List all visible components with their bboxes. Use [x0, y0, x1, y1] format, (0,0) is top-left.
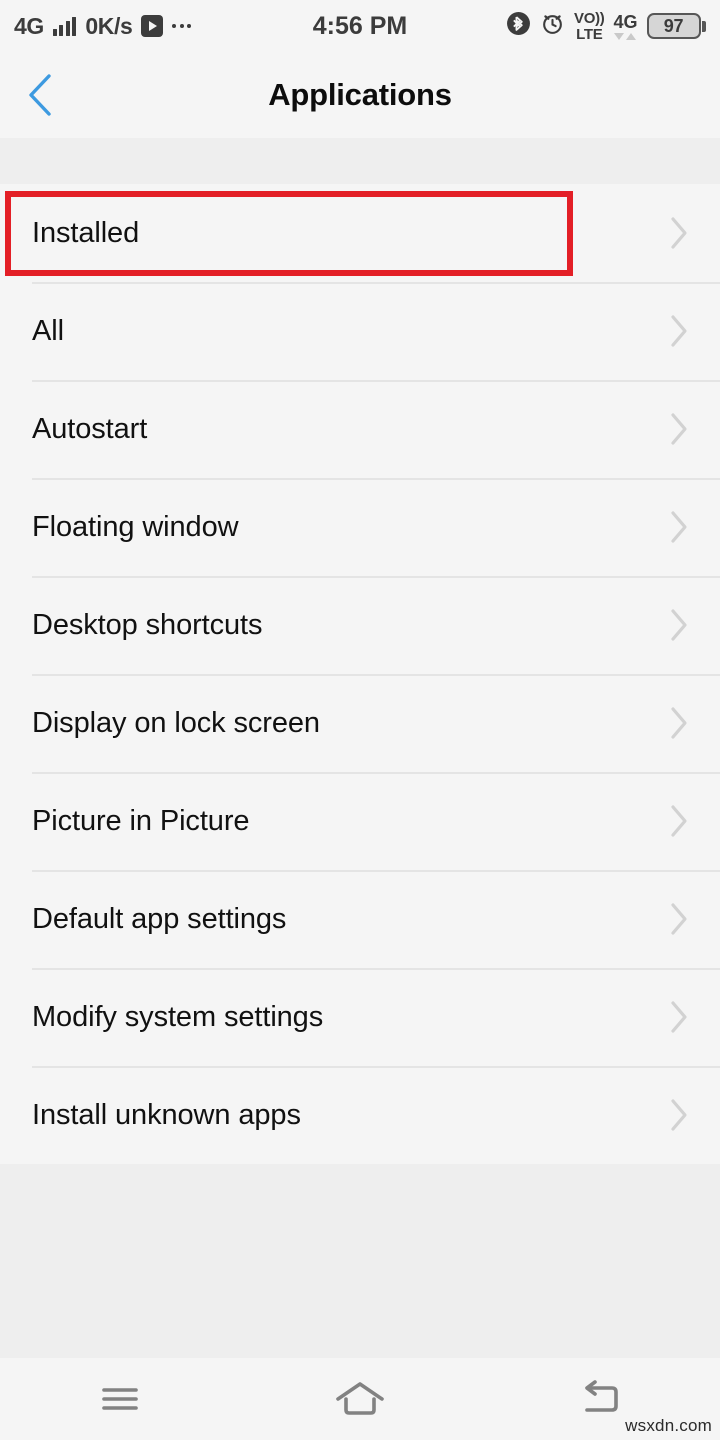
volte-icon: VO)) LTE [574, 9, 605, 43]
list-item-label: Default app settings [32, 902, 287, 935]
list-item-install-unknown-apps[interactable]: Install unknown apps [0, 1066, 720, 1164]
chevron-right-icon [671, 903, 687, 935]
menu-icon [102, 1388, 138, 1410]
list-item-label: Modify system settings [32, 1000, 324, 1033]
list-item-desktop-shortcuts[interactable]: Desktop shortcuts [0, 576, 720, 674]
settings-list: Installed All Autostart Floating window [0, 184, 720, 1164]
list-item-label: Autostart [32, 412, 148, 445]
list-item-installed[interactable]: Installed [0, 184, 720, 282]
list-item-modify-system-settings[interactable]: Modify system settings [0, 968, 720, 1066]
battery-icon: 97 [646, 13, 706, 39]
list-bottom-spacer [0, 1164, 720, 1358]
list-item-floating-window[interactable]: Floating window [0, 478, 720, 576]
list-item-all[interactable]: All [0, 282, 720, 380]
chevron-right-icon [671, 315, 687, 347]
chevron-right-icon [671, 805, 687, 837]
list-item-label: Floating window [32, 510, 239, 543]
back-arrow-icon [585, 1380, 618, 1412]
battery-level-label: 97 [663, 15, 684, 36]
recents-menu-button[interactable] [0, 1358, 240, 1440]
data-traffic-arrows-icon [614, 32, 637, 40]
chevron-right-icon [671, 511, 687, 543]
status-bar: 4G 0K/s 4:56 PM VO)) LTE 4G 97 [0, 0, 720, 52]
network-type-label: 4G [14, 12, 44, 39]
alarm-clock-icon [540, 11, 565, 41]
volte-line-1: VO)) [574, 9, 605, 27]
list-top-spacer [0, 138, 720, 184]
list-item-label: Install unknown apps [32, 1098, 301, 1131]
signal-bars-icon [52, 16, 77, 36]
data-rate-label: 0K/s [85, 12, 133, 39]
chevron-right-icon [671, 609, 687, 641]
more-notifications-icon [172, 24, 192, 28]
site-watermark: wsxdn.com [625, 1416, 712, 1435]
list-item-label: Desktop shortcuts [32, 608, 263, 641]
list-item-label: Display on lock screen [32, 706, 320, 739]
app-bar: Applications [0, 52, 720, 138]
status-bar-left: 4G 0K/s [14, 12, 192, 40]
list-item-picture-in-picture[interactable]: Picture in Picture [0, 772, 720, 870]
list-item-label: All [32, 314, 64, 347]
chevron-right-icon [671, 707, 687, 739]
mobile-data-icon: 4G [613, 11, 638, 40]
list-item-autostart[interactable]: Autostart [0, 380, 720, 478]
list-item-display-on-lock-screen[interactable]: Display on lock screen [0, 674, 720, 772]
bluetooth-icon [506, 11, 531, 41]
list-item-label: Installed [32, 216, 140, 249]
system-navigation-bar: wsxdn.com [0, 1358, 720, 1440]
chevron-right-icon [671, 1099, 687, 1131]
page-title: Applications [268, 77, 452, 112]
navigate-back-button[interactable] [0, 52, 80, 138]
home-icon [336, 1382, 384, 1415]
chevron-right-icon [671, 1001, 687, 1033]
list-item-label: Picture in Picture [32, 804, 250, 837]
list-item-default-app-settings[interactable]: Default app settings [0, 870, 720, 968]
data-network-label: 4G [613, 11, 638, 32]
volte-line-2: LTE [576, 25, 603, 43]
home-button[interactable] [240, 1358, 480, 1440]
chevron-right-icon [671, 217, 687, 249]
clock-label: 4:56 PM [312, 11, 408, 40]
phone-screen: 4G 0K/s 4:56 PM VO)) LTE 4G 97 Applicati… [0, 0, 720, 1440]
video-play-icon [141, 15, 164, 37]
status-bar-right: VO)) LTE 4G 97 [506, 11, 706, 42]
back-chevron-icon [29, 74, 51, 116]
chevron-right-icon [671, 413, 687, 445]
